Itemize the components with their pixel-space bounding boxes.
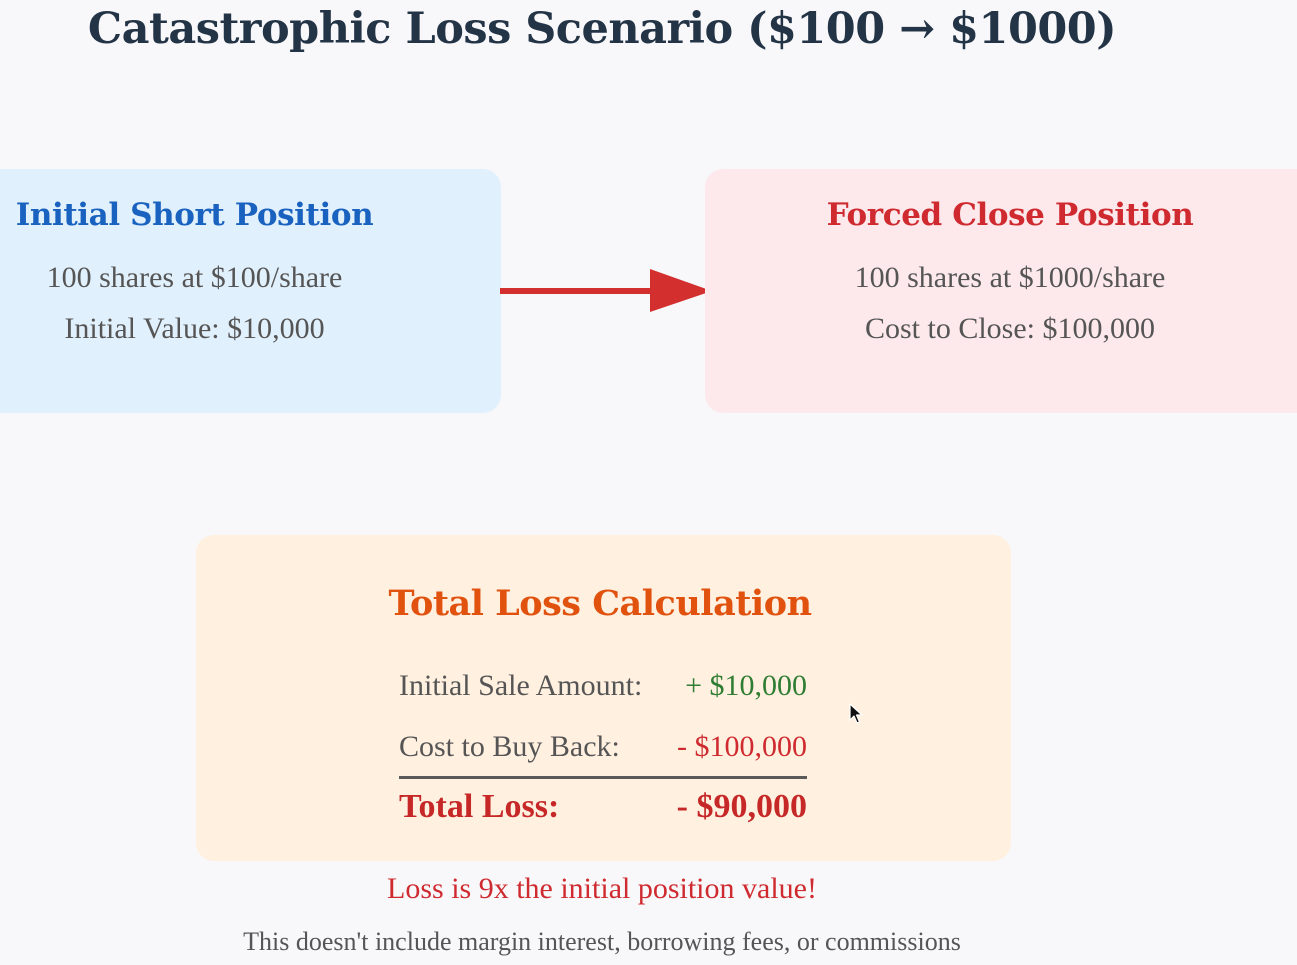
calculation-heading: Total Loss Calculation bbox=[388, 583, 812, 624]
initial-value-text: Initial Value: $10,000 bbox=[64, 312, 325, 345]
forced-close-heading: Forced Close Position bbox=[826, 197, 1194, 233]
fees-footnote: This doesn't include margin interest, bo… bbox=[243, 927, 961, 956]
buy-back-value: - $100,000 bbox=[677, 730, 807, 763]
sale-amount-label: Initial Sale Amount: bbox=[399, 669, 643, 702]
loss-warning: Loss is 9x the initial position value! bbox=[387, 872, 817, 905]
diagram-title: Catastrophic Loss Scenario ($100 → $1000… bbox=[87, 4, 1117, 54]
forced-close-position-box: Forced Close Position 100 shares at $100… bbox=[705, 169, 1297, 413]
sale-amount-value: + $10,000 bbox=[685, 669, 807, 702]
sum-divider bbox=[399, 776, 807, 779]
forced-shares-text: 100 shares at $1000/share bbox=[854, 261, 1166, 294]
right-arrow-icon bbox=[500, 269, 712, 312]
mouse-pointer-icon bbox=[849, 703, 863, 724]
total-loss-label: Total Loss: bbox=[399, 788, 560, 825]
cost-to-close-text: Cost to Close: $100,000 bbox=[864, 312, 1156, 345]
initial-short-position-box: Initial Short Position 100 shares at $10… bbox=[0, 169, 501, 413]
total-loss-calculation-box: Total Loss Calculation Initial Sale Amou… bbox=[196, 535, 1011, 861]
total-loss-value: - $90,000 bbox=[676, 788, 807, 825]
buy-back-label: Cost to Buy Back: bbox=[399, 730, 620, 763]
initial-position-heading: Initial Short Position bbox=[15, 197, 374, 233]
initial-shares-text: 100 shares at $100/share bbox=[46, 261, 343, 294]
